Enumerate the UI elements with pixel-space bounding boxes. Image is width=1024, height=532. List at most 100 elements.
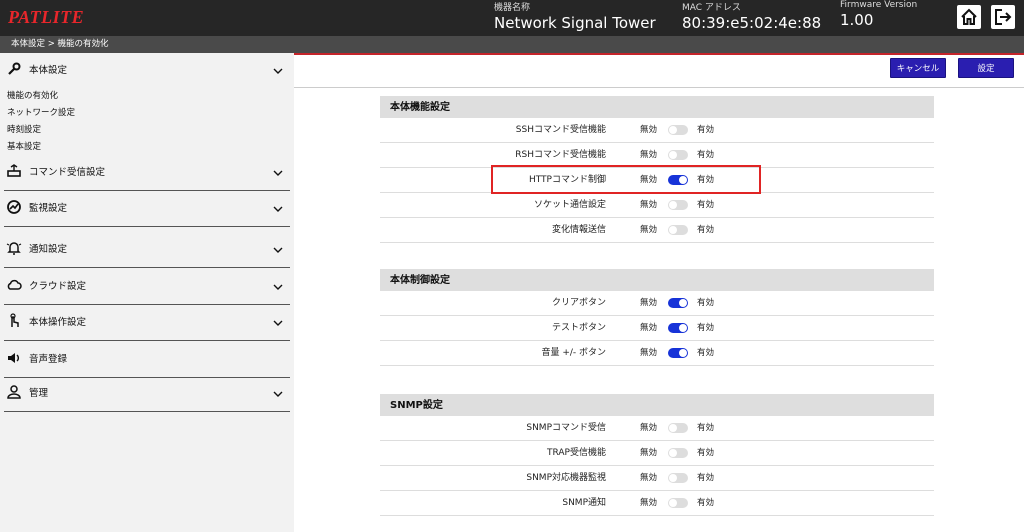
setting-label: 音量 +/- ボタン [541,348,606,358]
home-button[interactable] [957,5,981,29]
setting-label: SNMPコマンド受信 [526,423,606,433]
main-content: キャンセル 設定 本体機能設定 SSHコマンド受信機能 無効 有効 RSHコマン… [294,53,1024,532]
toggle-rsh[interactable] [668,150,688,160]
chevron-down-icon [273,320,283,326]
toggle-off-label: 無効 [640,175,658,185]
save-button[interactable]: 設定 [958,58,1014,78]
wrench-icon [8,62,21,75]
toggle-on-label: 有効 [697,423,715,433]
toggle-volume-button[interactable] [668,348,688,358]
toggle-on-label: 有効 [697,125,715,135]
firmware-label: Firmware Version [840,0,918,10]
speaker-icon [8,353,19,363]
sidebar-item-label: 本体操作設定 [29,317,87,328]
sidebar-item-notification[interactable]: 通知設定 [0,232,290,268]
logout-button[interactable] [991,5,1015,29]
toggle-on-label: 有効 [697,225,715,235]
section-device-control: 本体制御設定 クリアボタン 無効 有効 テストボタン 無効 有効 音量 +/- … [380,269,934,366]
sidebar-subitem-basic[interactable]: 基本設定 [7,140,41,152]
setting-row: TRAP受信機能 無効 有効 [380,441,934,466]
toggle-on-label: 有効 [697,323,715,333]
toggle-off-label: 無効 [640,200,658,210]
cloud-icon [7,279,22,290]
toggle-snmp-notify[interactable] [668,498,688,508]
sidebar-item-monitoring[interactable]: 監視設定 [0,191,290,227]
setting-label: SNMP対応機器監視 [526,473,606,483]
setting-row: 音量 +/- ボタン 無効 有効 [380,341,934,366]
toggle-ssh[interactable] [668,125,688,135]
sidebar-item-label: コマンド受信設定 [29,167,106,178]
toggle-http[interactable] [668,175,688,185]
bell-icon [6,242,22,255]
chevron-down-icon [273,68,283,74]
toggle-on-label: 有効 [697,348,715,358]
setting-row: RSHコマンド受信機能 無効 有効 [380,143,934,168]
divider [4,340,290,341]
sidebar-subitem-network[interactable]: ネットワーク設定 [7,106,75,118]
sidebar-item-label: クラウド設定 [29,281,87,292]
home-icon [961,8,977,25]
toggle-off-label: 無効 [640,298,658,308]
setting-label: SSHコマンド受信機能 [515,125,606,135]
mac-address-value: 80:39:e5:02:4e:88 [682,14,822,32]
hand-icon [10,313,19,327]
setting-row: ソケット通信設定 無効 有効 [380,193,934,218]
setting-label: HTTPコマンド制御 [528,175,606,185]
device-name-value: Network Signal Tower [494,14,656,32]
sidebar-item-command[interactable]: コマンド受信設定 [0,155,290,191]
top-bar: PATLITE 機器名称 Network Signal Tower MAC アド… [0,0,1024,36]
toggle-socket[interactable] [668,200,688,210]
setting-row: 変化情報送信 無効 有効 [380,218,934,243]
toggle-trap[interactable] [668,448,688,458]
toggle-off-label: 無効 [640,448,658,458]
toggle-off-label: 無効 [640,225,658,235]
device-name-block: 機器名称 Network Signal Tower [494,0,656,32]
cancel-button[interactable]: キャンセル [890,58,946,78]
section-title: 本体機能設定 [380,96,934,118]
setting-row: SSHコマンド受信機能 無効 有効 [380,118,934,143]
logout-icon [995,9,1012,25]
sidebar-subitem-time[interactable]: 時刻設定 [7,123,41,135]
setting-label: RSHコマンド受信機能 [515,150,606,160]
sidebar-item-admin[interactable]: 管理 [0,376,290,412]
mac-address-block: MAC アドレス 80:39:e5:02:4e:88 [682,0,821,32]
chevron-down-icon [273,391,283,397]
setting-row: クリアボタン 無効 有効 [380,291,934,316]
breadcrumb-text: 本体設定 > 機能の有効化 [11,39,109,49]
toggle-on-label: 有効 [697,175,715,185]
breadcrumb: 本体設定 > 機能の有効化 [0,36,1024,53]
sidebar-item-voice[interactable]: 音声登録 [0,342,290,378]
setting-label: 変化情報送信 [551,225,606,235]
toggle-off-label: 無効 [640,473,658,483]
toggle-change-info[interactable] [668,225,688,235]
chevron-down-icon [273,206,283,212]
section-snmp: SNMP設定 SNMPコマンド受信 無効 有効 TRAP受信機能 無効 有効 S… [380,394,934,516]
section-title: 本体制御設定 [380,269,934,291]
firmware-block: Firmware Version 1.00 [840,0,917,29]
toggle-on-label: 有効 [697,150,715,160]
chevron-down-icon [273,284,283,290]
patlite-logo: PATLITE [8,7,85,27]
setting-label: テストボタン [551,323,606,333]
sidebar-item-device-operation[interactable]: 本体操作設定 [0,305,290,341]
sidebar-item-label: 音声登録 [29,354,68,365]
toggle-test-button[interactable] [668,323,688,333]
setting-row: SNMP通知 無効 有効 [380,491,934,516]
divider [4,267,290,268]
sidebar-item-label: 管理 [29,388,49,399]
firmware-value: 1.00 [840,11,874,29]
sidebar-item-cloud[interactable]: クラウド設定 [0,269,290,305]
toggle-on-label: 有効 [697,473,715,483]
toggle-on-label: 有効 [697,200,715,210]
mac-address-label: MAC アドレス [682,3,741,13]
toggle-off-label: 無効 [640,125,658,135]
sidebar-subitem-feature-enable[interactable]: 機能の有効化 [7,89,58,101]
sidebar-item-main-settings[interactable]: 本体設定 [0,53,290,89]
toggle-clear-button[interactable] [668,298,688,308]
setting-row: HTTPコマンド制御 無効 有効 [380,168,934,193]
toggle-off-label: 無効 [640,323,658,333]
toggle-snmp-monitor[interactable] [668,473,688,483]
accent-line [294,53,1024,55]
section-device-function: 本体機能設定 SSHコマンド受信機能 無効 有効 RSHコマンド受信機能 無効 … [380,96,934,243]
toggle-snmp-command[interactable] [668,423,688,433]
